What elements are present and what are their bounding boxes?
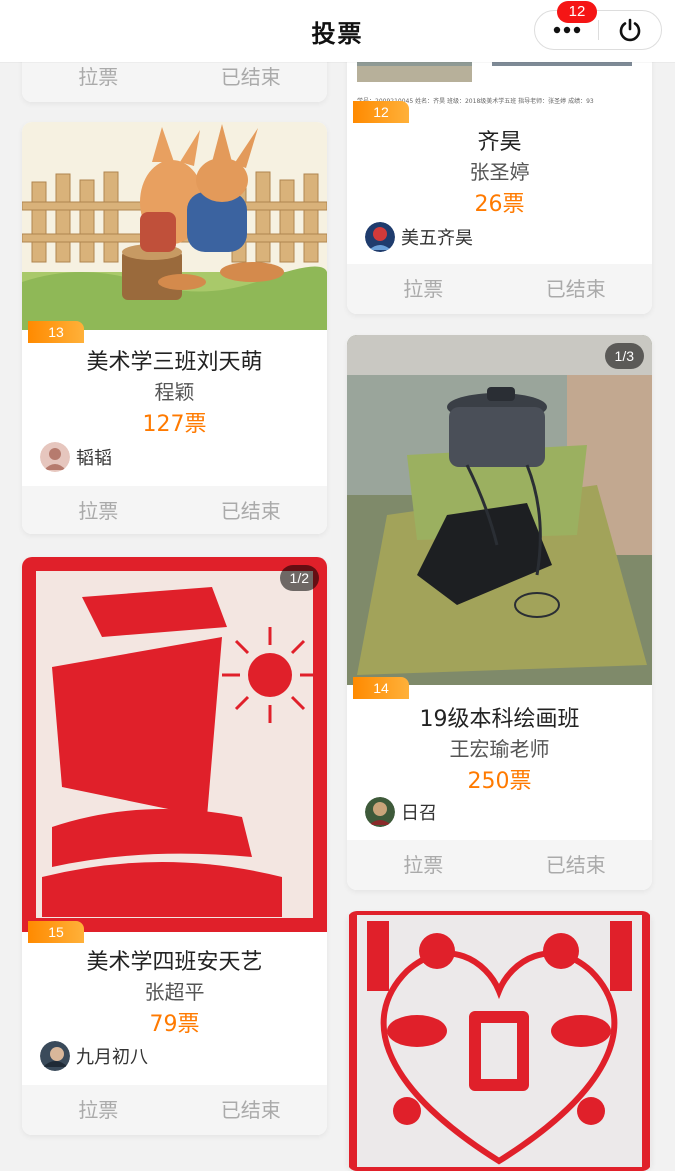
entry-card[interactable]: 1/2 15 美术学四班安天艺 张超平 79票 九月初八 拉票 已结束 (22, 557, 327, 1135)
artwork-image[interactable] (347, 335, 652, 685)
image-pager: 1/3 (604, 343, 644, 369)
avatar (365, 797, 395, 827)
more-dots-icon (553, 26, 580, 34)
avatar (40, 442, 70, 472)
entry-number: 12 (353, 101, 409, 123)
submitter-name: 日召 (401, 803, 437, 824)
entry-teacher: 张超平 (144, 980, 205, 1004)
entry-title: 齐昊 (477, 130, 522, 155)
ended-status: 已结束 (220, 1098, 281, 1122)
submitter: 九月初八 (40, 1041, 148, 1071)
entry-teacher: 程颖 (154, 380, 195, 404)
submitter: 日召 (365, 797, 437, 827)
entry-teacher: 王宏瑜老师 (449, 737, 550, 761)
ended-status: 已结束 (220, 499, 281, 523)
vote-count: 250票 (467, 769, 532, 794)
card-actions: 拉票 已结束 (347, 840, 652, 890)
mini-program-capsule (534, 10, 662, 50)
entry-card[interactable]: 13 美术学三班刘天萌 程颖 127票 韬韬 拉票 已结束 (22, 122, 327, 534)
ended-status: 已结束 (545, 853, 606, 877)
canvass-button[interactable]: 拉票 (22, 1085, 175, 1135)
submitter: 美五齐昊 (365, 222, 473, 252)
submitter: 韬韬 (40, 442, 112, 472)
notification-badge: 12 (557, 1, 597, 23)
entry-number: 14 (353, 677, 409, 699)
entry-title: 美术学三班刘天萌 (86, 350, 263, 375)
submitter-name: 韬韬 (76, 448, 112, 469)
canvass-button[interactable]: 拉票 (22, 486, 175, 534)
entry-title: 19级本科绘画班 (419, 707, 580, 732)
entry-number: 15 (28, 921, 84, 943)
entry-card[interactable]: 1/3 14 19级本科绘画班 王宏瑜老师 250票 日召 拉票 已结束 (347, 335, 652, 890)
close-button[interactable] (599, 11, 661, 49)
avatar (40, 1041, 70, 1071)
artwork-image[interactable] (22, 122, 327, 330)
artwork-image[interactable] (22, 557, 327, 932)
submitter-name: 九月初八 (76, 1047, 148, 1068)
canvass-button[interactable]: 拉票 (347, 840, 500, 890)
vote-count: 79票 (149, 1012, 200, 1037)
power-icon (619, 18, 641, 42)
card-actions: 拉票 已结束 (22, 1085, 327, 1135)
artwork-image[interactable] (347, 911, 652, 1171)
ended-status: 已结束 (545, 277, 606, 301)
canvass-button[interactable]: 拉票 (347, 264, 500, 314)
entry-title: 美术学四班安天艺 (86, 950, 263, 975)
entry-number: 13 (28, 321, 84, 343)
vote-count: 127票 (142, 412, 207, 437)
entry-teacher: 张圣婷 (469, 160, 530, 184)
entry-card[interactable] (347, 911, 652, 1171)
entry-card[interactable]: 学号：2009210045 姓名：齐昊 班级：2018级美术学五班 指导老师：张… (347, 40, 652, 314)
card-actions: 拉票 已结束 (347, 264, 652, 314)
submitter-name: 美五齐昊 (401, 228, 473, 249)
vote-count: 26票 (474, 192, 525, 217)
avatar (365, 222, 395, 252)
image-pager: 1/2 (279, 565, 319, 591)
card-actions: 拉票 已结束 (22, 486, 327, 534)
